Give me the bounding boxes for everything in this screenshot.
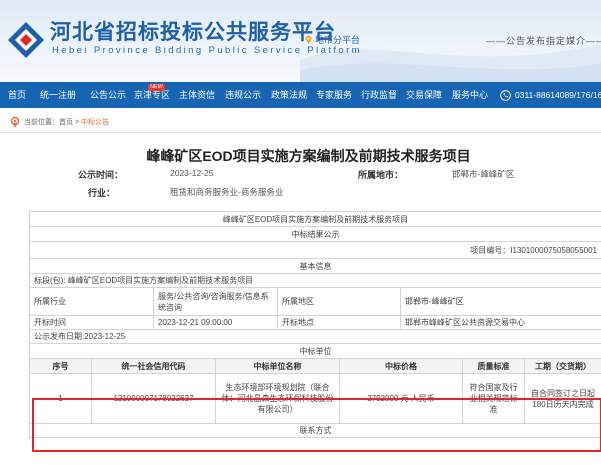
winner-period: 自合同签订之日起180日历天内完成 <box>524 373 601 424</box>
publish-time-label: 公示时间： <box>78 170 124 180</box>
publish-date: 公示发布日期:2023-12-25 <box>29 329 601 344</box>
breadcrumb-prefix: 当前位置： <box>24 119 59 126</box>
nav-item-guarantee[interactable]: 交易保障 <box>406 82 442 108</box>
article-title: 峰峰矿区EOD项目实施方案编制及前期技术服务项目 <box>146 148 471 164</box>
region-label: 所属地市： <box>358 170 404 180</box>
breadcrumb: 当前位置： 首页 > 中标公告 <box>10 115 109 129</box>
nav-item-credit[interactable]: 主体资信 <box>179 82 215 108</box>
winner-name: 生态环境部环境规划院（联合体：河北晶森生态环保科技股份有限公司） <box>215 373 340 424</box>
result-notice-table: 峰峰矿区EOD项目实施方案编制及前期技术服务项目 中标结果公示 项目编号：I13… <box>29 211 601 438</box>
col-header-credit-code: 统一社会信用代码 <box>91 358 216 374</box>
phone-icon <box>500 89 511 101</box>
open-time-value: 2023-12-21 09:00:00 <box>153 315 278 330</box>
region-value: 邯郸市-峰峰矿区 <box>452 169 515 179</box>
col-header-winner-name: 中标单位名称 <box>215 358 340 374</box>
basic-info-title: 基本信息 <box>29 258 601 274</box>
nav-item-supervision[interactable]: 行政监督 <box>361 82 397 108</box>
industry-cell-label: 所属行业 <box>29 287 154 316</box>
nav-item-home[interactable]: 首页 <box>8 82 26 108</box>
nav-item-experts[interactable]: 专家服务 <box>316 82 352 108</box>
industry-value: 租赁和商务服务业-商务服务业 <box>170 187 284 197</box>
industry-cell-value: 服务/公共咨询/咨询服务/信息系统咨询 <box>153 287 278 316</box>
winner-title: 中标单位 <box>29 343 601 359</box>
site-subtitle: Hebei Province Bidding Public Service Pl… <box>52 45 362 56</box>
area-cell-label: 所属地区 <box>277 287 401 316</box>
hotline-number: 0311-88614089/176/165 <box>515 90 601 100</box>
breadcrumb-separator: > <box>73 118 81 126</box>
table-row: 1 121000007178022627 生态环境部环境规划院（联合体：河北晶森… <box>29 373 601 424</box>
winner-credit-code: 121000007178022627 <box>91 373 216 424</box>
winner-no: 1 <box>29 373 92 424</box>
nav-item-register[interactable]: 统一注册 <box>40 82 76 108</box>
col-header-no: 序号 <box>29 358 92 374</box>
col-header-quality: 质量标准 <box>462 358 525 374</box>
city-platform-label: 地市分平台 <box>315 34 361 45</box>
col-header-period: 工期（交货期） <box>524 358 601 374</box>
new-badge: NEW <box>148 84 165 91</box>
open-time-label: 开标时间 <box>29 315 154 330</box>
platform-logo-icon[interactable] <box>6 20 46 60</box>
winner-price: 2792000 元 人民币 <box>339 373 463 424</box>
nav-item-violations[interactable]: 违规公示 <box>225 82 261 108</box>
breadcrumb-current[interactable]: 中标公告 <box>81 117 109 127</box>
project-number: 项目编号：I1301000075058055001 <box>29 241 601 259</box>
winner-quality: 符合国家及行业相关规范标准 <box>462 373 525 424</box>
table-project-title: 峰峰矿区EOD项目实施方案编制及前期技术服务项目 <box>29 211 601 227</box>
breadcrumb-home-link[interactable]: 首页 <box>59 117 73 127</box>
city-platform-button[interactable]: 地市分平台 <box>304 32 360 46</box>
map-pin-icon <box>305 35 312 44</box>
breadcrumb-divider <box>0 132 601 133</box>
site-title: 河北省招标投标公共服务平台 <box>50 21 336 44</box>
media-slogan: ——公告发布指定媒介—— <box>486 36 601 46</box>
nav-item-service-center[interactable]: 服务中心 <box>452 82 488 108</box>
nav-item-announcements[interactable]: 公告公示 <box>90 82 126 108</box>
table-notice-title: 中标结果公示 <box>29 226 601 242</box>
industry-label: 行业： <box>88 188 116 198</box>
open-place-label: 开标地点 <box>277 315 401 330</box>
nav-item-policy[interactable]: 政策法规 <box>271 82 307 108</box>
col-header-price: 中标价格 <box>339 358 463 374</box>
location-icon <box>10 116 20 127</box>
site-header: 河北省招标投标公共服务平台 Hebei Province Bidding Pub… <box>0 0 601 82</box>
section-name: 标段(包): 峰峰矿区EOD项目实施方案编制及前期技术服务项目 <box>29 273 601 288</box>
publish-time-value: 2023-12-25 <box>170 168 214 178</box>
contact-title: 联系方式 <box>29 423 601 438</box>
open-place-value: 邯郸市峰峰矿区公共资源交易中心 <box>400 315 601 330</box>
main-nav: 首页 统一注册 公告公示 京津专区 NEW 主体资信 违规公示 政策法规 专家服… <box>0 82 601 108</box>
area-cell-value: 邯郸市-峰峰矿区 <box>400 287 601 316</box>
hotline: 0311-88614089/176/165 <box>500 82 601 108</box>
